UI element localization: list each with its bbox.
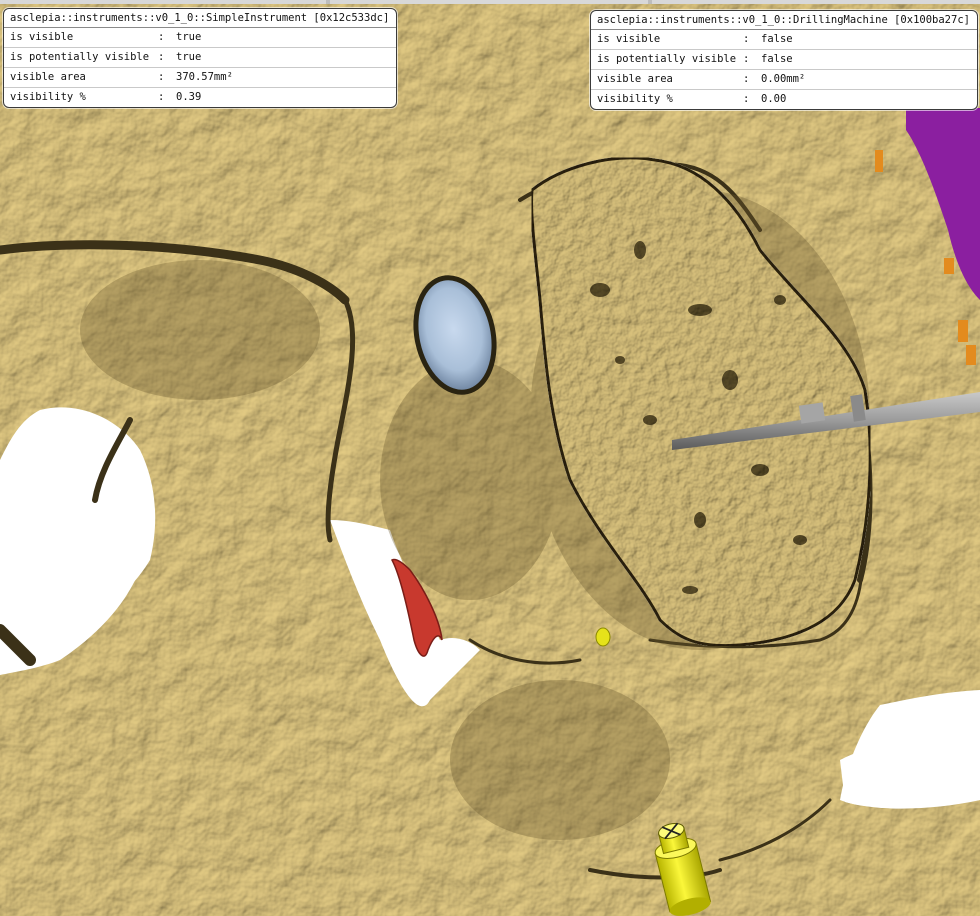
row-key: is potentially visible bbox=[597, 53, 737, 65]
row-value: false bbox=[761, 53, 793, 65]
row-key: visibility % bbox=[10, 91, 86, 103]
row-is-potentially-visible: is potentially visible : false bbox=[591, 50, 977, 70]
panel-title: asclepia::instruments::v0_1_0::SimpleIns… bbox=[4, 9, 396, 28]
instrument-info-panel-drilling-machine: asclepia::instruments::v0_1_0::DrillingM… bbox=[590, 10, 978, 110]
skull-render[interactable] bbox=[0, 0, 980, 916]
row-is-visible: is visible : false bbox=[591, 30, 977, 50]
row-separator: : bbox=[743, 53, 750, 65]
row-value: 0.00 bbox=[761, 93, 787, 105]
tab-strip bbox=[0, 0, 980, 4]
row-is-potentially-visible: is potentially visible : true bbox=[4, 48, 396, 68]
row-separator: : bbox=[158, 71, 165, 83]
row-separator: : bbox=[743, 33, 750, 45]
row-visible-area: visible area : 370.57mm² bbox=[4, 68, 396, 88]
yellow-marker-small bbox=[595, 627, 611, 647]
instrument-info-panel-simple: asclepia::instruments::v0_1_0::SimpleIns… bbox=[3, 8, 397, 108]
row-visibility-percent: visibility % : 0.39 bbox=[4, 88, 396, 107]
row-separator: : bbox=[743, 93, 750, 105]
panel-title: asclepia::instruments::v0_1_0::DrillingM… bbox=[591, 11, 977, 30]
row-value: true bbox=[176, 51, 202, 63]
row-key: is visible bbox=[10, 31, 74, 43]
row-visible-area: visible area : 0.00mm² bbox=[591, 70, 977, 90]
row-key: visible area bbox=[597, 73, 673, 85]
row-value: 370.57mm² bbox=[176, 71, 233, 83]
row-value: true bbox=[176, 31, 202, 43]
row-key: is potentially visible bbox=[10, 51, 150, 63]
row-value: false bbox=[761, 33, 793, 45]
row-key: visibility % bbox=[597, 93, 673, 105]
row-separator: : bbox=[743, 73, 750, 85]
row-key: visible area bbox=[10, 71, 86, 83]
row-separator: : bbox=[158, 91, 165, 103]
row-is-visible: is visible : true bbox=[4, 28, 396, 48]
row-separator: : bbox=[158, 51, 165, 63]
row-separator: : bbox=[158, 31, 165, 43]
row-value: 0.00mm² bbox=[761, 73, 806, 85]
3d-viewport[interactable]: asclepia::instruments::v0_1_0::SimpleIns… bbox=[0, 0, 980, 916]
row-key: is visible bbox=[597, 33, 661, 45]
row-value: 0.39 bbox=[176, 91, 202, 103]
row-visibility-percent: visibility % : 0.00 bbox=[591, 90, 977, 109]
